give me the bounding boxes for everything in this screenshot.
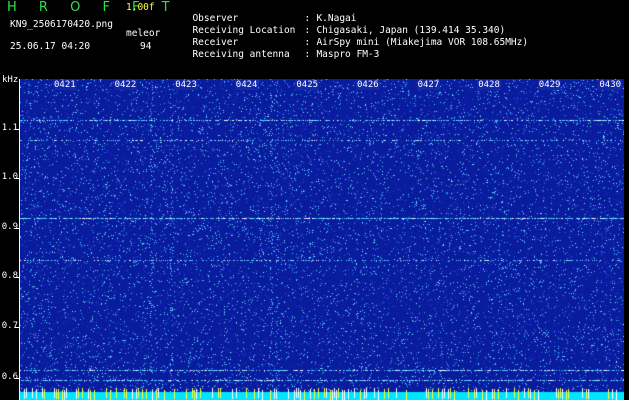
y-tick-label: 0.7 [1,321,18,331]
y-tick-mark [15,228,19,229]
y-axis [19,79,20,400]
x-tick-label: 0422 [113,80,138,90]
y-tick-mark [15,277,19,278]
y-tick-label: 1.1 [1,123,18,133]
x-tick-label: 0428 [477,80,501,90]
y-tick-label: 1.0 [1,172,18,182]
timestamp: 25.06.17 04:20 [10,41,91,52]
y-tick-mark [15,178,19,179]
x-tick-label: 0430 [598,80,623,90]
y-tick-label: 0.6 [1,372,18,382]
mode-label: meleor [126,28,161,39]
x-tick-label: 0423 [174,80,198,90]
spectrogram-plot[interactable] [20,79,624,400]
y-tick-label: 0.9 [1,222,18,232]
y-tick-mark [15,129,19,130]
x-tick-label: 0421 [53,80,77,90]
x-tick-label: 0425 [295,80,320,90]
info-value: Maspro FM-3 [316,49,380,60]
x-tick-label: 0426 [356,80,380,90]
spectrogram-canvas[interactable] [20,79,624,400]
y-tick-mark [15,378,19,379]
y-axis-unit: kHz [2,75,19,85]
y-tick-mark [15,327,19,328]
info-antenna: Receiving antenna: Maspro FM-3 [192,49,380,60]
x-tick-label: 0424 [234,80,259,90]
x-tick-label: 0427 [416,80,441,90]
file-name: KN9_2506170420.png [10,19,113,30]
detection-count: 94 [140,41,152,52]
info-label: Receiving antenna [192,49,290,60]
version-label: 1.00f [126,2,155,13]
y-tick-label: 0.8 [1,271,18,281]
x-tick-label: 0429 [537,80,562,90]
